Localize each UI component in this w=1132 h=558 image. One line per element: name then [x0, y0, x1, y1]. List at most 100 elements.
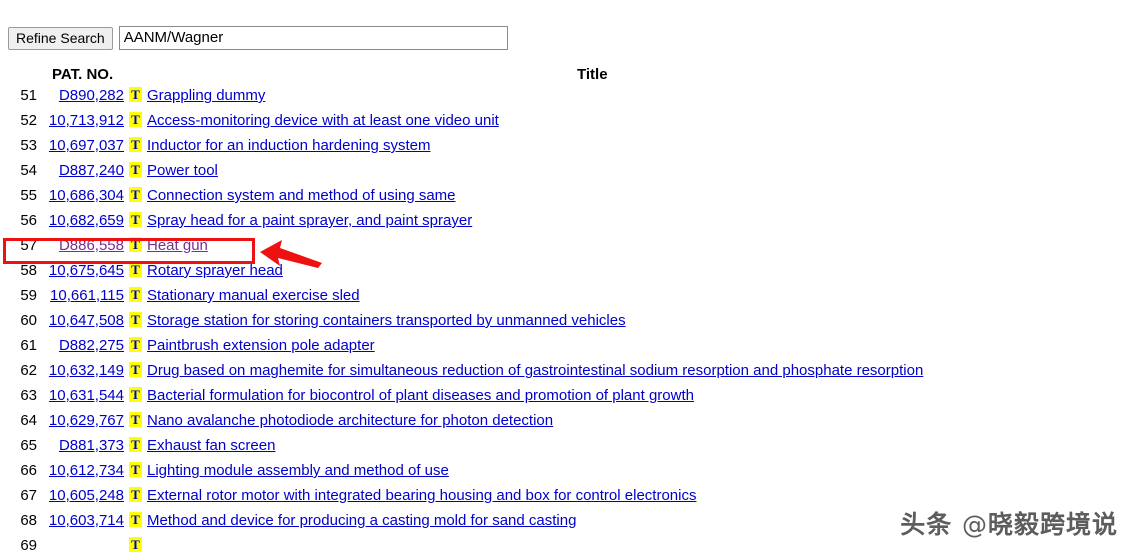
- full-text-t-icon[interactable]: T: [129, 512, 142, 527]
- patent-title-link[interactable]: Paintbrush extension pole adapter: [147, 337, 375, 354]
- full-text-t-icon[interactable]: T: [129, 162, 142, 177]
- table-row: 55 10,686,304 T Connection system and metho…: [0, 183, 1132, 208]
- patent-number-link[interactable]: 10,675,645: [49, 262, 124, 279]
- patent-number-link[interactable]: 10,686,304: [49, 187, 124, 204]
- patent-title-link[interactable]: Drug based on maghemite for simultaneous…: [147, 362, 923, 379]
- patent-title-cell: Drug based on maghemite for simultaneous…: [145, 358, 1132, 383]
- patent-number-link[interactable]: D886,558: [59, 237, 124, 254]
- patent-title-cell: Rotary sprayer head: [145, 258, 1132, 283]
- full-text-t-icon[interactable]: T: [129, 412, 142, 427]
- patent-title-cell: Heat gun: [145, 233, 1132, 258]
- full-text-t-icon[interactable]: T: [129, 137, 142, 152]
- patent-number-link[interactable]: 10,632,149: [49, 362, 124, 379]
- patent-number-link[interactable]: 10,603,714: [49, 512, 124, 529]
- full-text-t-icon[interactable]: T: [129, 387, 142, 402]
- table-row: 52 10,713,912 T Access-monitoring device wi…: [0, 108, 1132, 133]
- row-index: 53: [20, 137, 37, 154]
- patent-title-cell: Paintbrush extension pole adapter: [145, 333, 1132, 358]
- patent-title-link[interactable]: External rotor motor with integrated bea…: [147, 487, 696, 504]
- table-row: 66 10,612,734 T Lighting module assembly an…: [0, 458, 1132, 483]
- patent-number-link[interactable]: 10,631,544: [49, 387, 124, 404]
- full-text-t-icon[interactable]: T: [129, 87, 142, 102]
- full-text-t-icon[interactable]: T: [129, 112, 142, 127]
- patent-title-link[interactable]: Storage station for storing containers t…: [147, 312, 626, 329]
- full-text-cell: T: [124, 458, 145, 483]
- watermark-at-symbol: @: [961, 510, 988, 539]
- column-header-pat-no: PAT. NO.: [52, 66, 114, 83]
- full-text-cell: T: [124, 133, 145, 158]
- full-text-t-icon[interactable]: T: [129, 187, 142, 202]
- patent-title-link[interactable]: Method and device for producing a castin…: [147, 512, 576, 529]
- full-text-cell: T: [124, 233, 145, 258]
- full-text-cell: T: [124, 333, 145, 358]
- patent-number-link[interactable]: D890,282: [59, 87, 124, 104]
- table-row: 54 D887,240 T Power tool: [0, 158, 1132, 183]
- patent-number-cell: 10,682,659: [46, 208, 124, 233]
- patent-title-link[interactable]: Nano avalanche photodiode architecture f…: [147, 412, 553, 429]
- full-text-cell: T: [124, 408, 145, 433]
- patent-title-link[interactable]: Inductor for an induction hardening syst…: [147, 137, 431, 154]
- full-text-cell: T: [124, 508, 145, 533]
- table-row: 56 10,682,659 T Spray head for a paint spra…: [0, 208, 1132, 233]
- search-bar: Refine Search: [8, 26, 508, 50]
- patent-title-link[interactable]: Grappling dummy: [147, 87, 265, 104]
- full-text-t-icon[interactable]: T: [129, 437, 142, 452]
- patent-title-link[interactable]: Access-monitoring device with at least o…: [147, 112, 499, 129]
- full-text-t-icon[interactable]: T: [129, 237, 142, 252]
- patent-number-link[interactable]: 10,697,037: [49, 137, 124, 154]
- patent-number-link[interactable]: 10,661,115: [50, 287, 124, 304]
- patent-title-cell: Storage station for storing containers t…: [145, 308, 1132, 333]
- patent-title-link[interactable]: Rotary sprayer head: [147, 262, 283, 279]
- full-text-t-icon[interactable]: T: [129, 212, 142, 227]
- full-text-t-icon[interactable]: T: [129, 362, 142, 377]
- row-index: 52: [20, 112, 37, 129]
- patent-title-link[interactable]: Heat gun: [147, 237, 208, 254]
- full-text-t-icon[interactable]: T: [129, 537, 142, 552]
- full-text-t-icon[interactable]: T: [129, 462, 142, 477]
- patent-number-cell: 10,632,149: [46, 358, 124, 383]
- row-index: 55: [20, 187, 37, 204]
- full-text-t-icon[interactable]: T: [129, 287, 142, 302]
- patent-number-link[interactable]: 10,605,248: [49, 487, 124, 504]
- full-text-t-icon[interactable]: T: [129, 262, 142, 277]
- full-text-t-icon[interactable]: T: [129, 337, 142, 352]
- row-index: 69: [20, 537, 37, 554]
- patent-number-cell: D890,282: [46, 83, 124, 108]
- patent-title-cell: Inductor for an induction hardening syst…: [145, 133, 1132, 158]
- full-text-t-icon[interactable]: T: [129, 312, 142, 327]
- patent-number-cell: 10,612,734: [46, 458, 124, 483]
- patent-number-link[interactable]: D881,373: [59, 437, 124, 454]
- row-index: 58: [20, 262, 37, 279]
- patent-title-link[interactable]: Bacterial formulation for biocontrol of …: [147, 387, 694, 404]
- patent-number-link[interactable]: 10,647,508: [49, 312, 124, 329]
- patent-number-link[interactable]: D887,240: [59, 162, 124, 179]
- patent-number-link[interactable]: 10,629,767: [49, 412, 124, 429]
- patent-number-cell: D886,558: [46, 233, 124, 258]
- table-row: 62 10,632,149 T Drug based on maghemite for…: [0, 358, 1132, 383]
- patent-number-link[interactable]: 10,612,734: [49, 462, 124, 479]
- row-index: 68: [20, 512, 37, 529]
- patent-title-link[interactable]: Connection system and method of using sa…: [147, 187, 456, 204]
- patent-title-link[interactable]: Power tool: [147, 162, 218, 179]
- patent-number-cell: 10,661,115: [46, 283, 124, 308]
- full-text-t-icon[interactable]: T: [129, 487, 142, 502]
- patent-number-link[interactable]: 10,682,659: [49, 212, 124, 229]
- patent-title-link[interactable]: Exhaust fan screen: [147, 437, 275, 454]
- patent-title-link[interactable]: Spray head for a paint sprayer, and pain…: [147, 212, 472, 229]
- table-row: 64 10,629,767 T Nano avalanche photodiode a…: [0, 408, 1132, 433]
- row-index: 66: [20, 462, 37, 479]
- table-header-row: PAT. NO. Title: [0, 66, 1132, 83]
- full-text-cell: T: [124, 108, 145, 133]
- full-text-cell: T: [124, 308, 145, 333]
- patent-number-link[interactable]: 10,713,912: [49, 112, 124, 129]
- patent-number-link[interactable]: D882,275: [59, 337, 124, 354]
- row-index: 63: [20, 387, 37, 404]
- full-text-cell: T: [124, 258, 145, 283]
- patent-number-cell: 10,675,645: [46, 258, 124, 283]
- patent-title-link[interactable]: Lighting module assembly and method of u…: [147, 462, 449, 479]
- refine-search-button[interactable]: Refine Search: [8, 26, 113, 50]
- row-index: 56: [20, 212, 37, 229]
- watermark-prefix: 头条: [900, 510, 953, 539]
- search-query-input[interactable]: [118, 26, 508, 50]
- patent-title-link[interactable]: Stationary manual exercise sled: [147, 287, 360, 304]
